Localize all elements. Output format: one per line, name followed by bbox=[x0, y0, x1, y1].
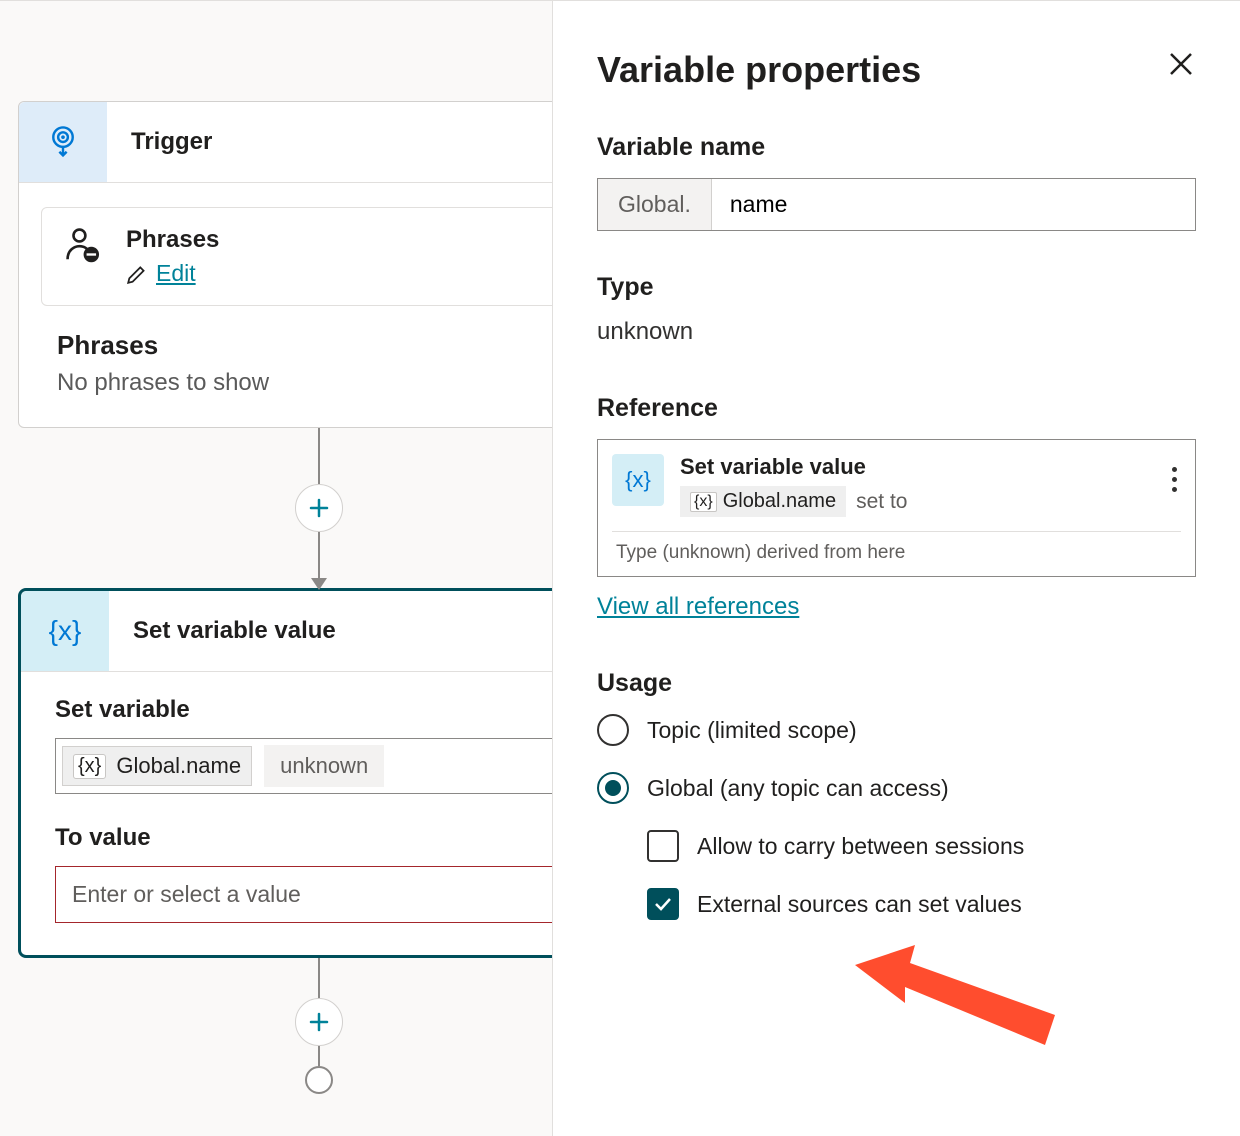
reference-label: Reference bbox=[597, 394, 1196, 423]
value-input[interactable]: Enter or select a value bbox=[55, 866, 581, 923]
set-variable-card[interactable]: {x} Set variable value Set variable {x} … bbox=[18, 588, 618, 958]
more-menu-icon[interactable] bbox=[1168, 454, 1181, 505]
type-value: unknown bbox=[597, 318, 1196, 346]
usage-topic-radio[interactable]: Topic (limited scope) bbox=[597, 714, 1196, 746]
panel-title: Variable properties bbox=[597, 49, 921, 91]
view-all-references-link[interactable]: View all references bbox=[597, 593, 799, 621]
usage-label: Usage bbox=[597, 669, 1196, 698]
variable-icon: {x} bbox=[73, 754, 106, 779]
set-variable-title: Set variable value bbox=[109, 591, 360, 671]
reference-card[interactable]: {x} Set variable value {x} Global.name s… bbox=[597, 439, 1196, 577]
phrases-label: Phrases bbox=[126, 226, 219, 254]
phrases-empty-text: No phrases to show bbox=[57, 369, 579, 397]
edit-phrases-link[interactable]: Edit bbox=[156, 260, 196, 287]
reference-derived-note: Type (unknown) derived from here bbox=[612, 542, 1181, 564]
end-node bbox=[305, 1066, 333, 1094]
card-header: Trigger bbox=[19, 102, 617, 183]
connector bbox=[318, 958, 320, 998]
allow-carry-checkbox[interactable]: Allow to carry between sessions bbox=[647, 830, 1196, 862]
external-sources-checkbox[interactable]: External sources can set values bbox=[647, 888, 1196, 920]
scope-prefix: Global. bbox=[598, 179, 712, 230]
variable-type-chip: unknown bbox=[264, 745, 384, 787]
pencil-icon bbox=[126, 263, 148, 285]
to-value-label: To value bbox=[55, 824, 581, 852]
add-node-button[interactable] bbox=[295, 998, 343, 1046]
connector bbox=[318, 1046, 320, 1066]
card-header: {x} Set variable value bbox=[21, 591, 615, 672]
variable-name-input[interactable]: Global. bbox=[597, 178, 1196, 231]
variable-icon: {x} bbox=[612, 454, 664, 506]
variable-properties-panel: Variable properties Variable name Global… bbox=[552, 0, 1240, 1136]
authoring-canvas: Trigger Phrases bbox=[0, 0, 552, 1136]
variable-name-label: Variable name bbox=[597, 133, 1196, 162]
variable-name-field[interactable] bbox=[712, 179, 1195, 230]
reference-suffix: set to bbox=[856, 490, 907, 514]
trigger-icon bbox=[19, 102, 107, 182]
phrases-empty: Phrases No phrases to show bbox=[19, 330, 617, 427]
variable-name: Global.name bbox=[116, 753, 241, 779]
variable-selector[interactable]: {x} Global.name unknown bbox=[55, 738, 581, 794]
reference-title: Set variable value bbox=[680, 454, 1152, 480]
set-variable-label: Set variable bbox=[55, 696, 581, 724]
connector bbox=[318, 428, 320, 484]
phrases-user-icon bbox=[64, 226, 102, 269]
variable-icon: {x} bbox=[21, 591, 109, 671]
reference-variable-chip: {x} Global.name bbox=[680, 486, 846, 517]
type-label: Type bbox=[597, 273, 1196, 302]
connector bbox=[318, 532, 320, 588]
add-node-button[interactable] bbox=[295, 484, 343, 532]
phrases-heading: Phrases bbox=[57, 330, 579, 361]
phrases-box: Phrases Edit bbox=[41, 207, 595, 306]
close-icon[interactable] bbox=[1166, 49, 1196, 84]
trigger-title: Trigger bbox=[107, 102, 236, 182]
trigger-card[interactable]: Trigger Phrases bbox=[18, 101, 618, 428]
usage-global-radio[interactable]: Global (any topic can access) bbox=[597, 772, 1196, 804]
